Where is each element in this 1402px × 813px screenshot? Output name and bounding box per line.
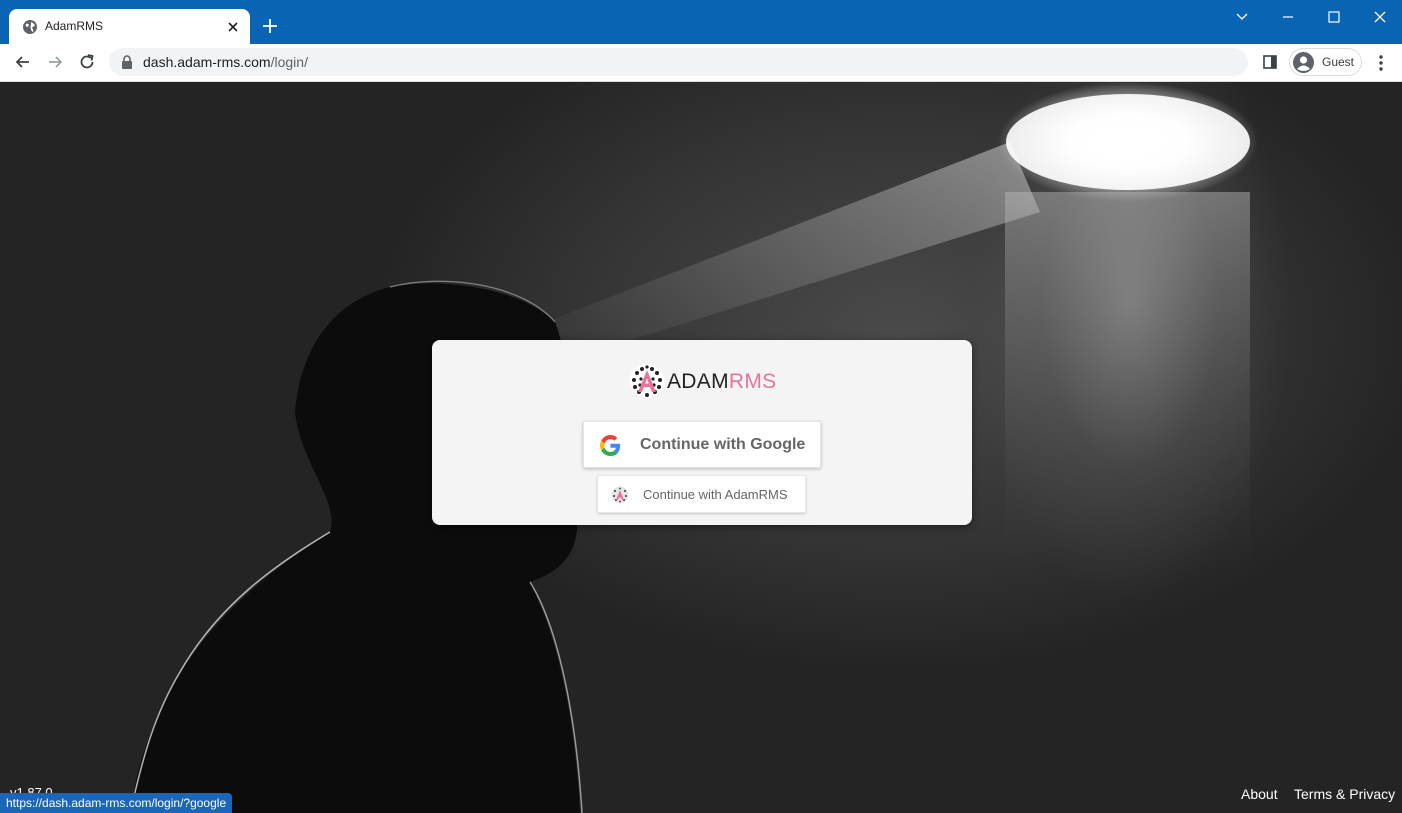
browser-toolbar: dash.adam-rms.com/login/ Guest (0, 44, 1402, 82)
minimize-icon[interactable] (1278, 8, 1298, 26)
forward-arrow-icon[interactable] (45, 52, 65, 72)
back-arrow-icon[interactable] (13, 52, 33, 72)
browser-titlebar: AdamRMS (0, 0, 1402, 44)
tab-search-icon[interactable] (1232, 8, 1252, 26)
globe-icon (23, 20, 37, 34)
login-card: ADAMRMS Continue with Google Continue wi… (432, 340, 972, 525)
url-path: /login/ (270, 54, 308, 70)
browser-tab-adamrms[interactable]: AdamRMS (9, 9, 250, 44)
address-bar[interactable]: dash.adam-rms.com/login/ (109, 48, 1248, 76)
tab-title: AdamRMS (45, 19, 104, 33)
status-url-bubble: https://dash.adam-rms.com/login/?google (0, 793, 233, 813)
close-tab-icon[interactable] (225, 19, 241, 35)
continue-with-adamrms-button[interactable]: Continue with AdamRMS (597, 475, 806, 513)
reload-icon[interactable] (77, 52, 97, 72)
adamrms-logo-icon (630, 364, 664, 398)
profile-button[interactable]: Guest (1289, 48, 1362, 76)
url-host: dash.adam-rms.com (143, 54, 271, 70)
adamrms-logo: ADAMRMS (629, 363, 776, 399)
maximize-icon[interactable] (1324, 8, 1344, 26)
profile-label: Guest (1322, 55, 1355, 69)
side-panel-icon[interactable] (1262, 54, 1278, 70)
about-link[interactable]: About (1241, 786, 1278, 802)
logo-text-adam: ADAM (667, 370, 729, 393)
adamrms-button-label: Continue with AdamRMS (643, 487, 788, 502)
new-tab-icon[interactable] (261, 17, 279, 35)
close-window-icon[interactable] (1370, 8, 1390, 26)
google-icon (600, 435, 621, 456)
lock-icon[interactable] (121, 55, 133, 69)
more-menu-icon[interactable] (1372, 53, 1390, 73)
logo-text: ADAMRMS (667, 370, 776, 394)
google-button-label: Continue with Google (640, 436, 806, 453)
url-text: dash.adam-rms.com/login/ (143, 54, 308, 70)
login-page: ADAMRMS Continue with Google Continue wi… (0, 82, 1402, 813)
adamrms-small-icon (611, 486, 629, 504)
continue-with-google-button[interactable]: Continue with Google (583, 421, 821, 468)
logo-text-rms: RMS (728, 370, 777, 393)
avatar-icon (1293, 52, 1314, 73)
terms-privacy-link[interactable]: Terms & Privacy (1294, 786, 1395, 802)
